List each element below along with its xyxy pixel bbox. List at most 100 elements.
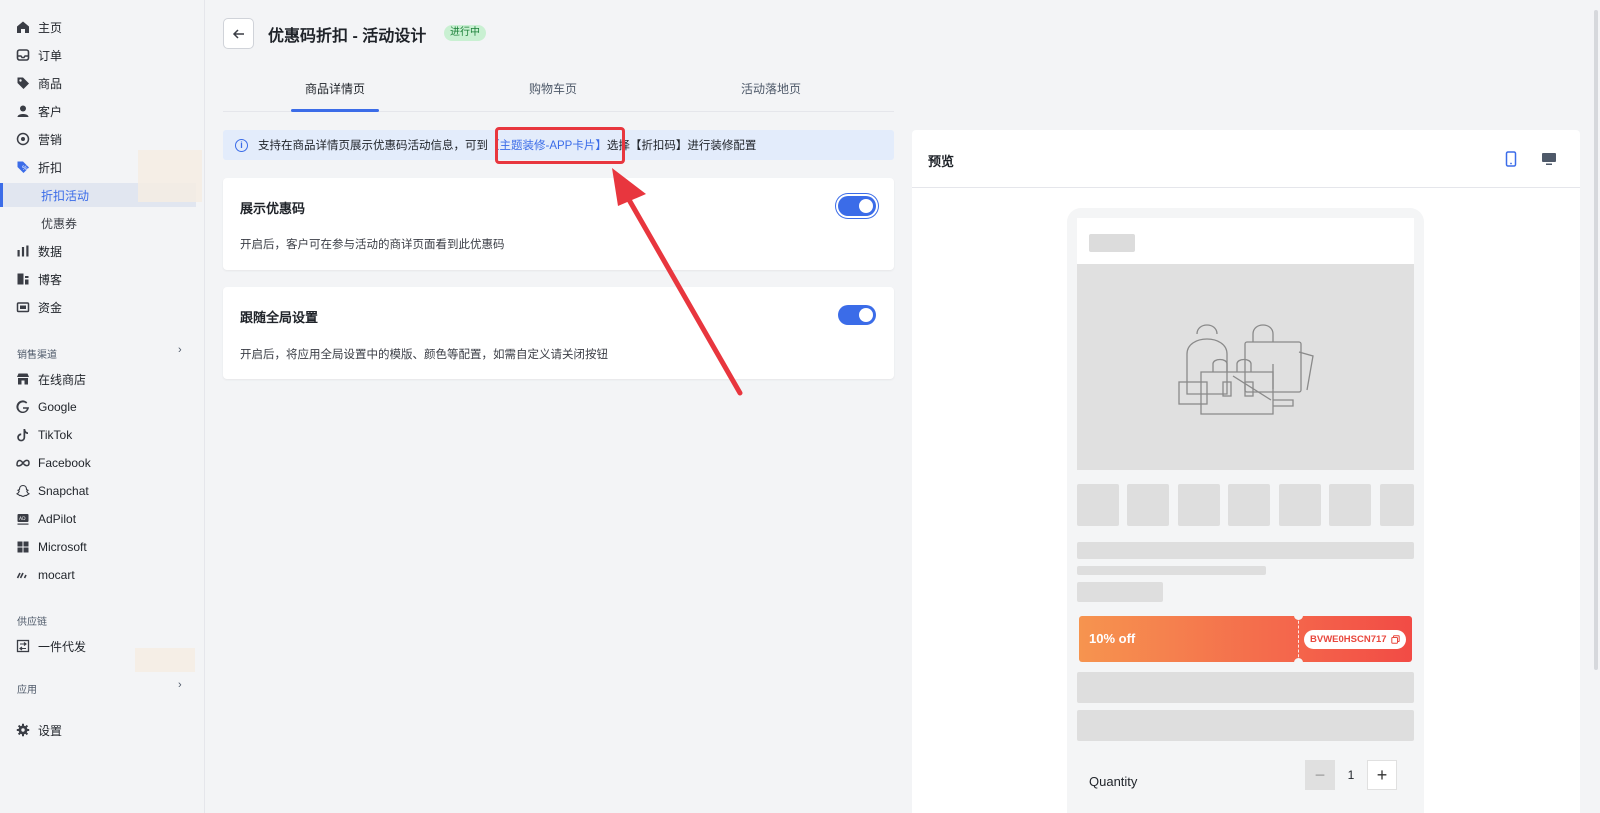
follow-global-toggle[interactable] — [838, 305, 876, 325]
tab-cart[interactable]: 购物车页 — [493, 80, 613, 97]
active-tab-indicator — [291, 109, 379, 112]
quantity-value[interactable]: 1 — [1339, 760, 1363, 790]
wallet-icon — [16, 300, 30, 314]
sidebar-item-settings[interactable]: 设置 — [0, 718, 196, 742]
sidebar-item-tiktok[interactable]: TikTok — [0, 423, 196, 447]
chevron-right-icon[interactable]: › — [178, 679, 182, 691]
sidebar-item-label: 设置 — [38, 723, 63, 738]
meta-icon — [16, 456, 30, 470]
sidebar-item-microsoft[interactable]: Microsoft — [0, 535, 196, 559]
inbox-icon — [16, 48, 30, 62]
sidebar-item-label: TikTok — [38, 428, 73, 442]
quantity-label: Quantity — [1089, 774, 1138, 789]
thumbnail[interactable] — [1329, 484, 1371, 526]
toggle-knob — [859, 308, 873, 322]
home-icon — [16, 20, 30, 34]
thumbnail[interactable] — [1279, 484, 1321, 526]
sidebar-item-label: 博客 — [38, 272, 63, 287]
thumbnail[interactable] — [1077, 484, 1119, 526]
scrollbar-thumb[interactable] — [1594, 10, 1598, 670]
sidebar-item-label: 客户 — [38, 104, 63, 119]
sidebar-item-label: mocart — [38, 568, 75, 582]
sidebar-item-label: 一件代发 — [38, 639, 87, 654]
sidebar-item-label: 主页 — [38, 20, 63, 35]
sidebar-item-label: 资金 — [38, 300, 63, 315]
thumbnail[interactable] — [1380, 484, 1414, 526]
show-coupon-card: 展示优惠码 开启后，客户可在参与活动的商详页面看到此优惠码 — [223, 178, 894, 270]
target-icon — [16, 132, 30, 146]
back-button[interactable] — [223, 18, 254, 49]
phone-mockup: 10% off BVWE0HSCN717 Quantity − 1 + — [1067, 208, 1424, 813]
sidebar-item-snapchat[interactable]: Snapchat — [0, 479, 196, 503]
sidebar-item-label: AdPilot — [38, 512, 77, 526]
skeleton-logo — [1089, 234, 1135, 252]
user-icon — [16, 104, 30, 118]
sidebar-item-online-store[interactable]: 在线商店 — [0, 367, 196, 391]
sidebar-item-label: 订单 — [38, 48, 63, 63]
sidebar-item-label: 在线商店 — [38, 372, 87, 387]
section-label-sales-channels: 销售渠道 — [17, 350, 57, 361]
desktop-icon[interactable] — [1540, 150, 1558, 168]
copy-icon — [1390, 635, 1400, 644]
sidebar-item-mocart[interactable]: mocart — [0, 563, 196, 587]
skeleton-button — [1077, 710, 1414, 741]
banner-text-after: 选择【折扣码】进行装修配置 — [606, 140, 757, 152]
sidebar-item-facebook[interactable]: Facebook — [0, 451, 196, 475]
coupon-banner[interactable]: 10% off BVWE0HSCN717 — [1079, 616, 1412, 662]
coupon-notch — [1294, 616, 1303, 620]
bar-chart-icon — [16, 244, 30, 258]
card-description: 开启后，客户可在参与活动的商详页面看到此优惠码 — [240, 239, 505, 251]
info-icon: i — [235, 138, 248, 152]
coupon-code-chip[interactable]: BVWE0HSCN717 — [1304, 630, 1406, 649]
skeleton-line — [1077, 542, 1414, 559]
coupon-divider — [1298, 616, 1299, 662]
coupon-code: BVWE0HSCN717 — [1310, 634, 1387, 645]
sidebar-item-google[interactable]: Google — [0, 395, 196, 419]
sidebar-item-label: Microsoft — [38, 540, 87, 554]
skeleton-line — [1077, 566, 1266, 575]
card-description: 开启后，将应用全局设置中的模版、颜色等配置，如需自定义请关闭按钮 — [240, 349, 608, 361]
sidebar-item-blog[interactable]: 博客 — [0, 267, 196, 291]
thumbnail[interactable] — [1228, 484, 1270, 526]
adpilot-icon: AD — [16, 512, 30, 526]
discount-icon: % — [16, 160, 30, 174]
sidebar-item-coupons[interactable]: 优惠券 — [0, 211, 196, 235]
mobile-icon[interactable] — [1502, 150, 1520, 168]
chevron-right-icon[interactable]: › — [178, 344, 182, 356]
thumbnail[interactable] — [1127, 484, 1169, 526]
sidebar-item-label: 折扣活动 — [41, 188, 90, 203]
sidebar-item-customers[interactable]: 客户 — [0, 99, 196, 123]
blurred-region — [138, 150, 202, 202]
sidebar-item-adpilot[interactable]: AD AdPilot — [0, 507, 196, 531]
tiktok-icon — [16, 428, 30, 442]
sidebar-item-data[interactable]: 数据 — [0, 239, 196, 263]
sidebar-item-label: Facebook — [38, 456, 91, 470]
gear-icon — [16, 723, 30, 737]
dropship-icon — [16, 639, 30, 653]
sidebar-item-label: 数据 — [38, 244, 63, 259]
microsoft-icon — [16, 540, 30, 554]
page-title: 优惠码折扣 - 活动设计 — [268, 28, 427, 45]
sidebar-item-funds[interactable]: 资金 — [0, 295, 196, 319]
sidebar-item-products[interactable]: 商品 — [0, 71, 196, 95]
card-title: 展示优惠码 — [240, 201, 306, 216]
sidebar: 主页 订单 商品 客户 营销 % 折扣 折扣活动 优惠券 数据 博客 资金 销售… — [0, 0, 205, 813]
sidebar-item-home[interactable]: 主页 — [0, 15, 196, 39]
preview-title: 预览 — [928, 154, 955, 169]
thumbnail[interactable] — [1178, 484, 1220, 526]
tab-product-detail[interactable]: 商品详情页 — [275, 80, 395, 97]
sidebar-item-label: 营销 — [38, 132, 63, 147]
preview-header: 预览 — [912, 130, 1580, 188]
svg-text:%: % — [22, 165, 28, 172]
quantity-plus-button[interactable]: + — [1367, 760, 1397, 790]
sidebar-item-marketing[interactable]: 营销 — [0, 127, 196, 151]
arrow-left-icon — [232, 28, 244, 39]
skeleton-button — [1077, 672, 1414, 703]
sidebar-item-orders[interactable]: 订单 — [0, 43, 196, 67]
show-coupon-toggle[interactable] — [838, 196, 876, 216]
tag-icon — [16, 76, 30, 90]
banner-text-before: 支持在商品详情页展示优惠码活动信息，可到 — [258, 140, 488, 152]
quantity-minus-button[interactable]: − — [1305, 760, 1335, 790]
tab-landing-page[interactable]: 活动落地页 — [711, 80, 831, 97]
sidebar-item-label: Google — [38, 400, 77, 414]
